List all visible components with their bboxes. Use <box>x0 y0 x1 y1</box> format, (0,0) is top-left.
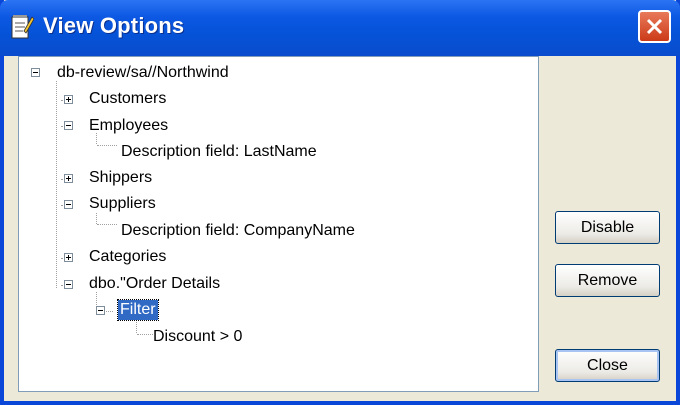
expand-toggle-icon[interactable] <box>64 95 73 104</box>
notepad-pencil-icon <box>11 15 34 39</box>
window-title: View Options <box>43 13 185 38</box>
tree-connector <box>96 292 97 307</box>
collapse-toggle-icon[interactable] <box>64 280 73 289</box>
expand-toggle-icon[interactable] <box>64 253 73 262</box>
close-button[interactable]: Close <box>555 349 660 382</box>
tree-node-filter[interactable]: Filter <box>117 299 159 321</box>
tree-node-shippers[interactable]: Shippers <box>89 168 152 188</box>
disable-button[interactable]: Disable <box>555 211 660 244</box>
tree-node-categories[interactable]: Categories <box>89 247 166 267</box>
tree-connector <box>137 334 153 335</box>
remove-button[interactable]: Remove <box>555 264 660 297</box>
tree-connector <box>97 145 117 146</box>
tree-node-description-lastname[interactable]: Description field: LastName <box>121 142 317 162</box>
tree-connector <box>96 213 97 224</box>
tree-view[interactable]: db-review/sa//Northwind Customers Employ… <box>18 56 539 392</box>
tree-node-suppliers[interactable]: Suppliers <box>89 194 156 214</box>
tree-root-node[interactable]: db-review/sa//Northwind <box>57 63 229 83</box>
collapse-toggle-icon[interactable] <box>96 306 105 315</box>
collapse-toggle-icon[interactable] <box>64 200 73 209</box>
tree-connector <box>136 319 137 333</box>
close-window-button[interactable] <box>638 10 671 43</box>
tree-node-order-details[interactable]: dbo."Order Details <box>89 274 220 294</box>
tree-node-discount[interactable]: Discount > 0 <box>153 327 242 347</box>
close-icon <box>646 18 663 35</box>
expand-toggle-icon[interactable] <box>64 174 73 183</box>
tree-node-employees[interactable]: Employees <box>89 116 168 136</box>
tree-connector <box>97 224 117 225</box>
collapse-toggle-icon[interactable] <box>64 121 73 130</box>
collapse-toggle-icon[interactable] <box>31 68 40 77</box>
tree-connector <box>56 81 57 288</box>
tree-node-customers[interactable]: Customers <box>89 89 166 109</box>
view-options-dialog: View Options db-review/sa//Northwind Cus… <box>0 0 680 405</box>
title-bar[interactable]: View Options <box>0 0 680 56</box>
tree-node-description-companyname[interactable]: Description field: CompanyName <box>121 221 355 241</box>
